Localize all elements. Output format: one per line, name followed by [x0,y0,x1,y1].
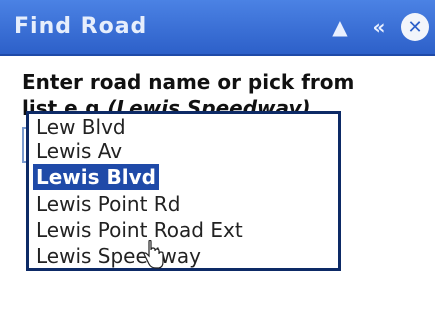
find-road-panel: Find Road ▲ « ✕ Enter road name or pick … [0,0,435,321]
title-bar[interactable]: Find Road ▲ « ✕ [0,0,435,56]
suggestion-item-selected[interactable]: Lewis Blvd [33,164,159,190]
suggestion-list[interactable]: Lew Blvd Lewis Av Lewis Blvd Lewis Point… [26,111,341,271]
suggestion-item[interactable]: Lewis Point Rd [33,191,183,217]
suggestion-item[interactable]: Lewis Point Road Ext [33,217,246,243]
dock-icon[interactable]: « [364,13,394,41]
window-title: Find Road [14,14,148,39]
suggestion-item[interactable]: Lew Blvd [33,114,129,140]
instructions-line-1: Enter road name or pick from [22,70,355,94]
hand-cursor-icon [143,240,164,269]
close-icon[interactable]: ✕ [401,13,429,41]
suggestion-item[interactable]: Lewis Speedway [33,243,204,268]
suggestion-item[interactable]: Lewis Av [33,138,125,164]
collapse-icon[interactable]: ▲ [326,13,354,41]
